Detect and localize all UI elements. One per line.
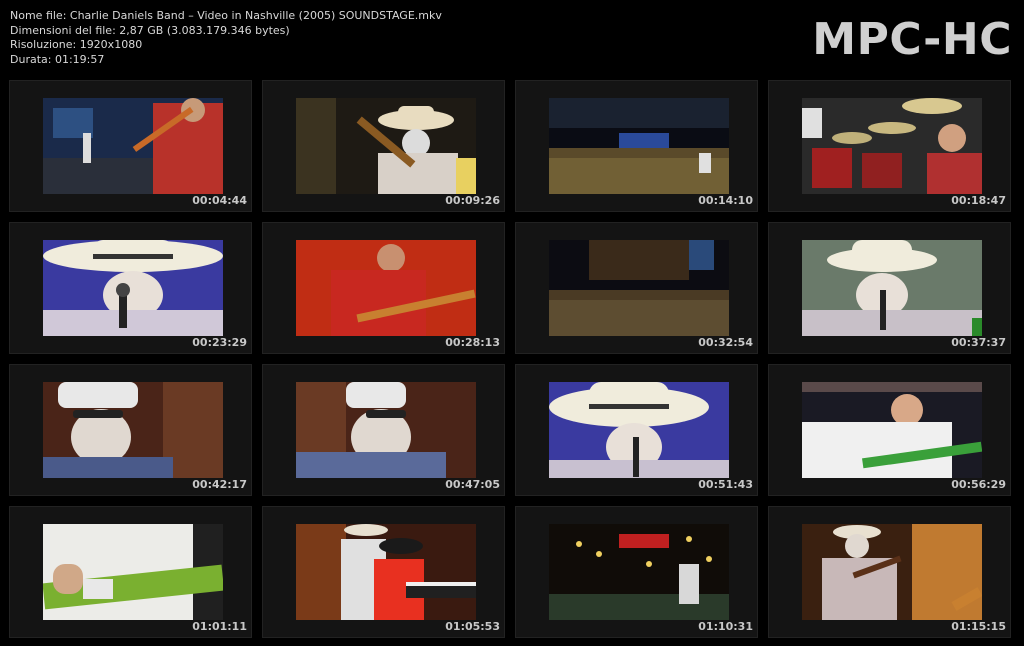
thumbnail: 00:18:47 — [768, 80, 1011, 212]
video-frame — [549, 382, 729, 478]
thumbnail: 01:15:15 — [768, 506, 1011, 638]
video-frame — [802, 240, 982, 336]
video-frame — [296, 524, 476, 620]
file-size-line: Dimensioni del file: 2,87 GB (3.083.179.… — [10, 23, 290, 37]
thumbnail: 00:56:29 — [768, 364, 1011, 496]
mpc-hc-logo: MPC-HC — [812, 14, 1012, 65]
video-frame — [802, 98, 982, 194]
video-frame — [549, 524, 729, 620]
thumbnail: 00:32:54 — [515, 222, 758, 354]
video-frame — [43, 382, 223, 478]
video-frame — [549, 240, 729, 336]
video-frame — [802, 382, 982, 478]
timestamp: 00:47:05 — [445, 478, 500, 491]
thumbnail: 00:51:43 — [515, 364, 758, 496]
thumbnail: 01:01:11 — [9, 506, 252, 638]
video-frame — [43, 524, 223, 620]
timestamp: 01:10:31 — [698, 620, 753, 633]
thumbnail: 00:47:05 — [262, 364, 505, 496]
thumbnail: 00:04:44 — [9, 80, 252, 212]
timestamp: 01:01:11 — [192, 620, 247, 633]
timestamp: 00:32:54 — [698, 336, 753, 349]
video-frame — [549, 98, 729, 194]
thumbnail-grid: 00:04:44 00:09:26 00:14:10 00:18:47 00:2… — [9, 80, 1017, 638]
thumbnail: 00:42:17 — [9, 364, 252, 496]
video-frame — [296, 382, 476, 478]
video-frame — [43, 98, 223, 194]
thumbnail: 00:37:37 — [768, 222, 1011, 354]
thumbnail: 01:05:53 — [262, 506, 505, 638]
video-frame — [296, 98, 476, 194]
file-info: Nome file: Charlie Daniels Band – Video … — [10, 9, 442, 67]
thumbnail: 00:23:29 — [9, 222, 252, 354]
file-name-line: Nome file: Charlie Daniels Band – Video … — [10, 9, 442, 22]
timestamp: 00:14:10 — [698, 194, 753, 207]
timestamp: 00:51:43 — [698, 478, 753, 491]
thumbnail: 01:10:31 — [515, 506, 758, 638]
video-frame — [802, 524, 982, 620]
timestamp: 01:15:15 — [951, 620, 1006, 633]
timestamp: 00:37:37 — [951, 336, 1006, 349]
duration-line: Durata: 01:19:57 — [10, 52, 105, 66]
timestamp: 00:28:13 — [445, 336, 500, 349]
timestamp: 00:56:29 — [951, 478, 1006, 491]
timestamp: 00:23:29 — [192, 336, 247, 349]
timestamp: 00:42:17 — [192, 478, 247, 491]
timestamp: 01:05:53 — [445, 620, 500, 633]
video-frame — [43, 240, 223, 336]
thumbnail: 00:09:26 — [262, 80, 505, 212]
timestamp: 00:09:26 — [445, 194, 500, 207]
thumbnail: 00:28:13 — [262, 222, 505, 354]
timestamp: 00:18:47 — [951, 194, 1006, 207]
resolution-line: Risoluzione: 1920x1080 — [10, 38, 143, 51]
video-frame — [296, 240, 476, 336]
timestamp: 00:04:44 — [192, 194, 247, 207]
thumbnail: 00:14:10 — [515, 80, 758, 212]
